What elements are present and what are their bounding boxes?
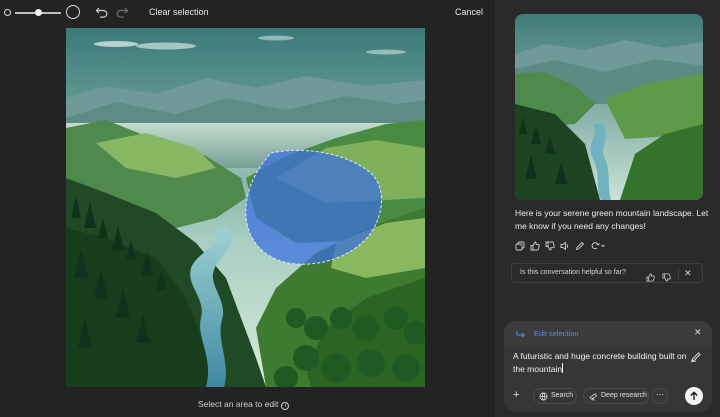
message-composer: Edit selection ✕ A futuristic and huge c… bbox=[504, 321, 712, 412]
feedback-thumbs-up-icon[interactable] bbox=[646, 269, 655, 287]
close-feedback-icon[interactable]: ✕ bbox=[684, 268, 692, 279]
redo-icon[interactable] bbox=[115, 5, 129, 19]
image-edit-panel: Clear selection Cancel Select an area to… bbox=[0, 0, 495, 417]
brush-small-icon[interactable] bbox=[4, 9, 11, 16]
thumbnail-landscape-image bbox=[515, 14, 703, 200]
edit-selection-label: Edit selection bbox=[534, 329, 579, 338]
more-options-button[interactable]: ⋯ bbox=[652, 388, 668, 404]
thumbs-down-icon[interactable] bbox=[545, 241, 555, 251]
edit-toolbar: Clear selection Cancel bbox=[0, 0, 495, 26]
feedback-question: Is this conversation helpful so far? bbox=[520, 269, 626, 276]
info-icon[interactable]: i bbox=[281, 402, 290, 410]
close-edit-selection-icon[interactable]: ✕ bbox=[694, 327, 702, 338]
deep-research-button[interactable]: Deep research bbox=[583, 388, 649, 404]
generated-image-thumbnail[interactable] bbox=[515, 14, 703, 200]
cancel-button[interactable]: Cancel bbox=[455, 7, 483, 17]
thumbs-up-icon[interactable] bbox=[530, 241, 540, 251]
message-actions bbox=[515, 241, 606, 251]
edit-selection-bar: Edit selection ✕ bbox=[504, 321, 712, 345]
brush-size-slider-thumb[interactable] bbox=[34, 9, 42, 16]
composer-toolbar: + Search Deep research ⋯ bbox=[509, 387, 709, 405]
feedback-separator bbox=[678, 267, 679, 280]
reply-arrow-icon bbox=[515, 327, 527, 345]
clear-selection-button[interactable]: Clear selection bbox=[149, 7, 209, 17]
arrow-up-icon bbox=[690, 391, 698, 400]
undo-icon[interactable] bbox=[95, 5, 109, 19]
mountain-landscape-image bbox=[66, 28, 425, 387]
brush-large-icon[interactable] bbox=[66, 5, 80, 19]
edit-image-icon[interactable] bbox=[575, 241, 585, 251]
globe-icon bbox=[539, 392, 548, 407]
text-caret bbox=[562, 363, 564, 373]
chat-panel: Here is your serene green mountain lands… bbox=[496, 0, 720, 417]
add-attachment-icon[interactable]: + bbox=[513, 389, 519, 401]
draw-pen-icon[interactable] bbox=[690, 350, 702, 368]
search-button[interactable]: Search bbox=[533, 388, 577, 404]
assistant-message: Here is your serene green mountain lands… bbox=[515, 208, 709, 231]
feedback-thumbs-down-icon[interactable] bbox=[662, 269, 671, 287]
image-editor-app: Clear selection Cancel Select an area to… bbox=[0, 0, 720, 417]
read-aloud-icon[interactable] bbox=[560, 241, 570, 251]
copy-icon[interactable] bbox=[515, 241, 525, 251]
prompt-input[interactable]: A futuristic and huge concrete building … bbox=[513, 350, 691, 376]
send-button[interactable] bbox=[685, 387, 703, 405]
editable-image-canvas[interactable] bbox=[66, 28, 425, 387]
telescope-icon bbox=[589, 392, 598, 407]
select-area-hint: Select an area to edit i bbox=[198, 399, 290, 410]
regenerate-icon[interactable] bbox=[590, 241, 606, 251]
feedback-prompt: Is this conversation helpful so far? ✕ bbox=[511, 263, 703, 283]
